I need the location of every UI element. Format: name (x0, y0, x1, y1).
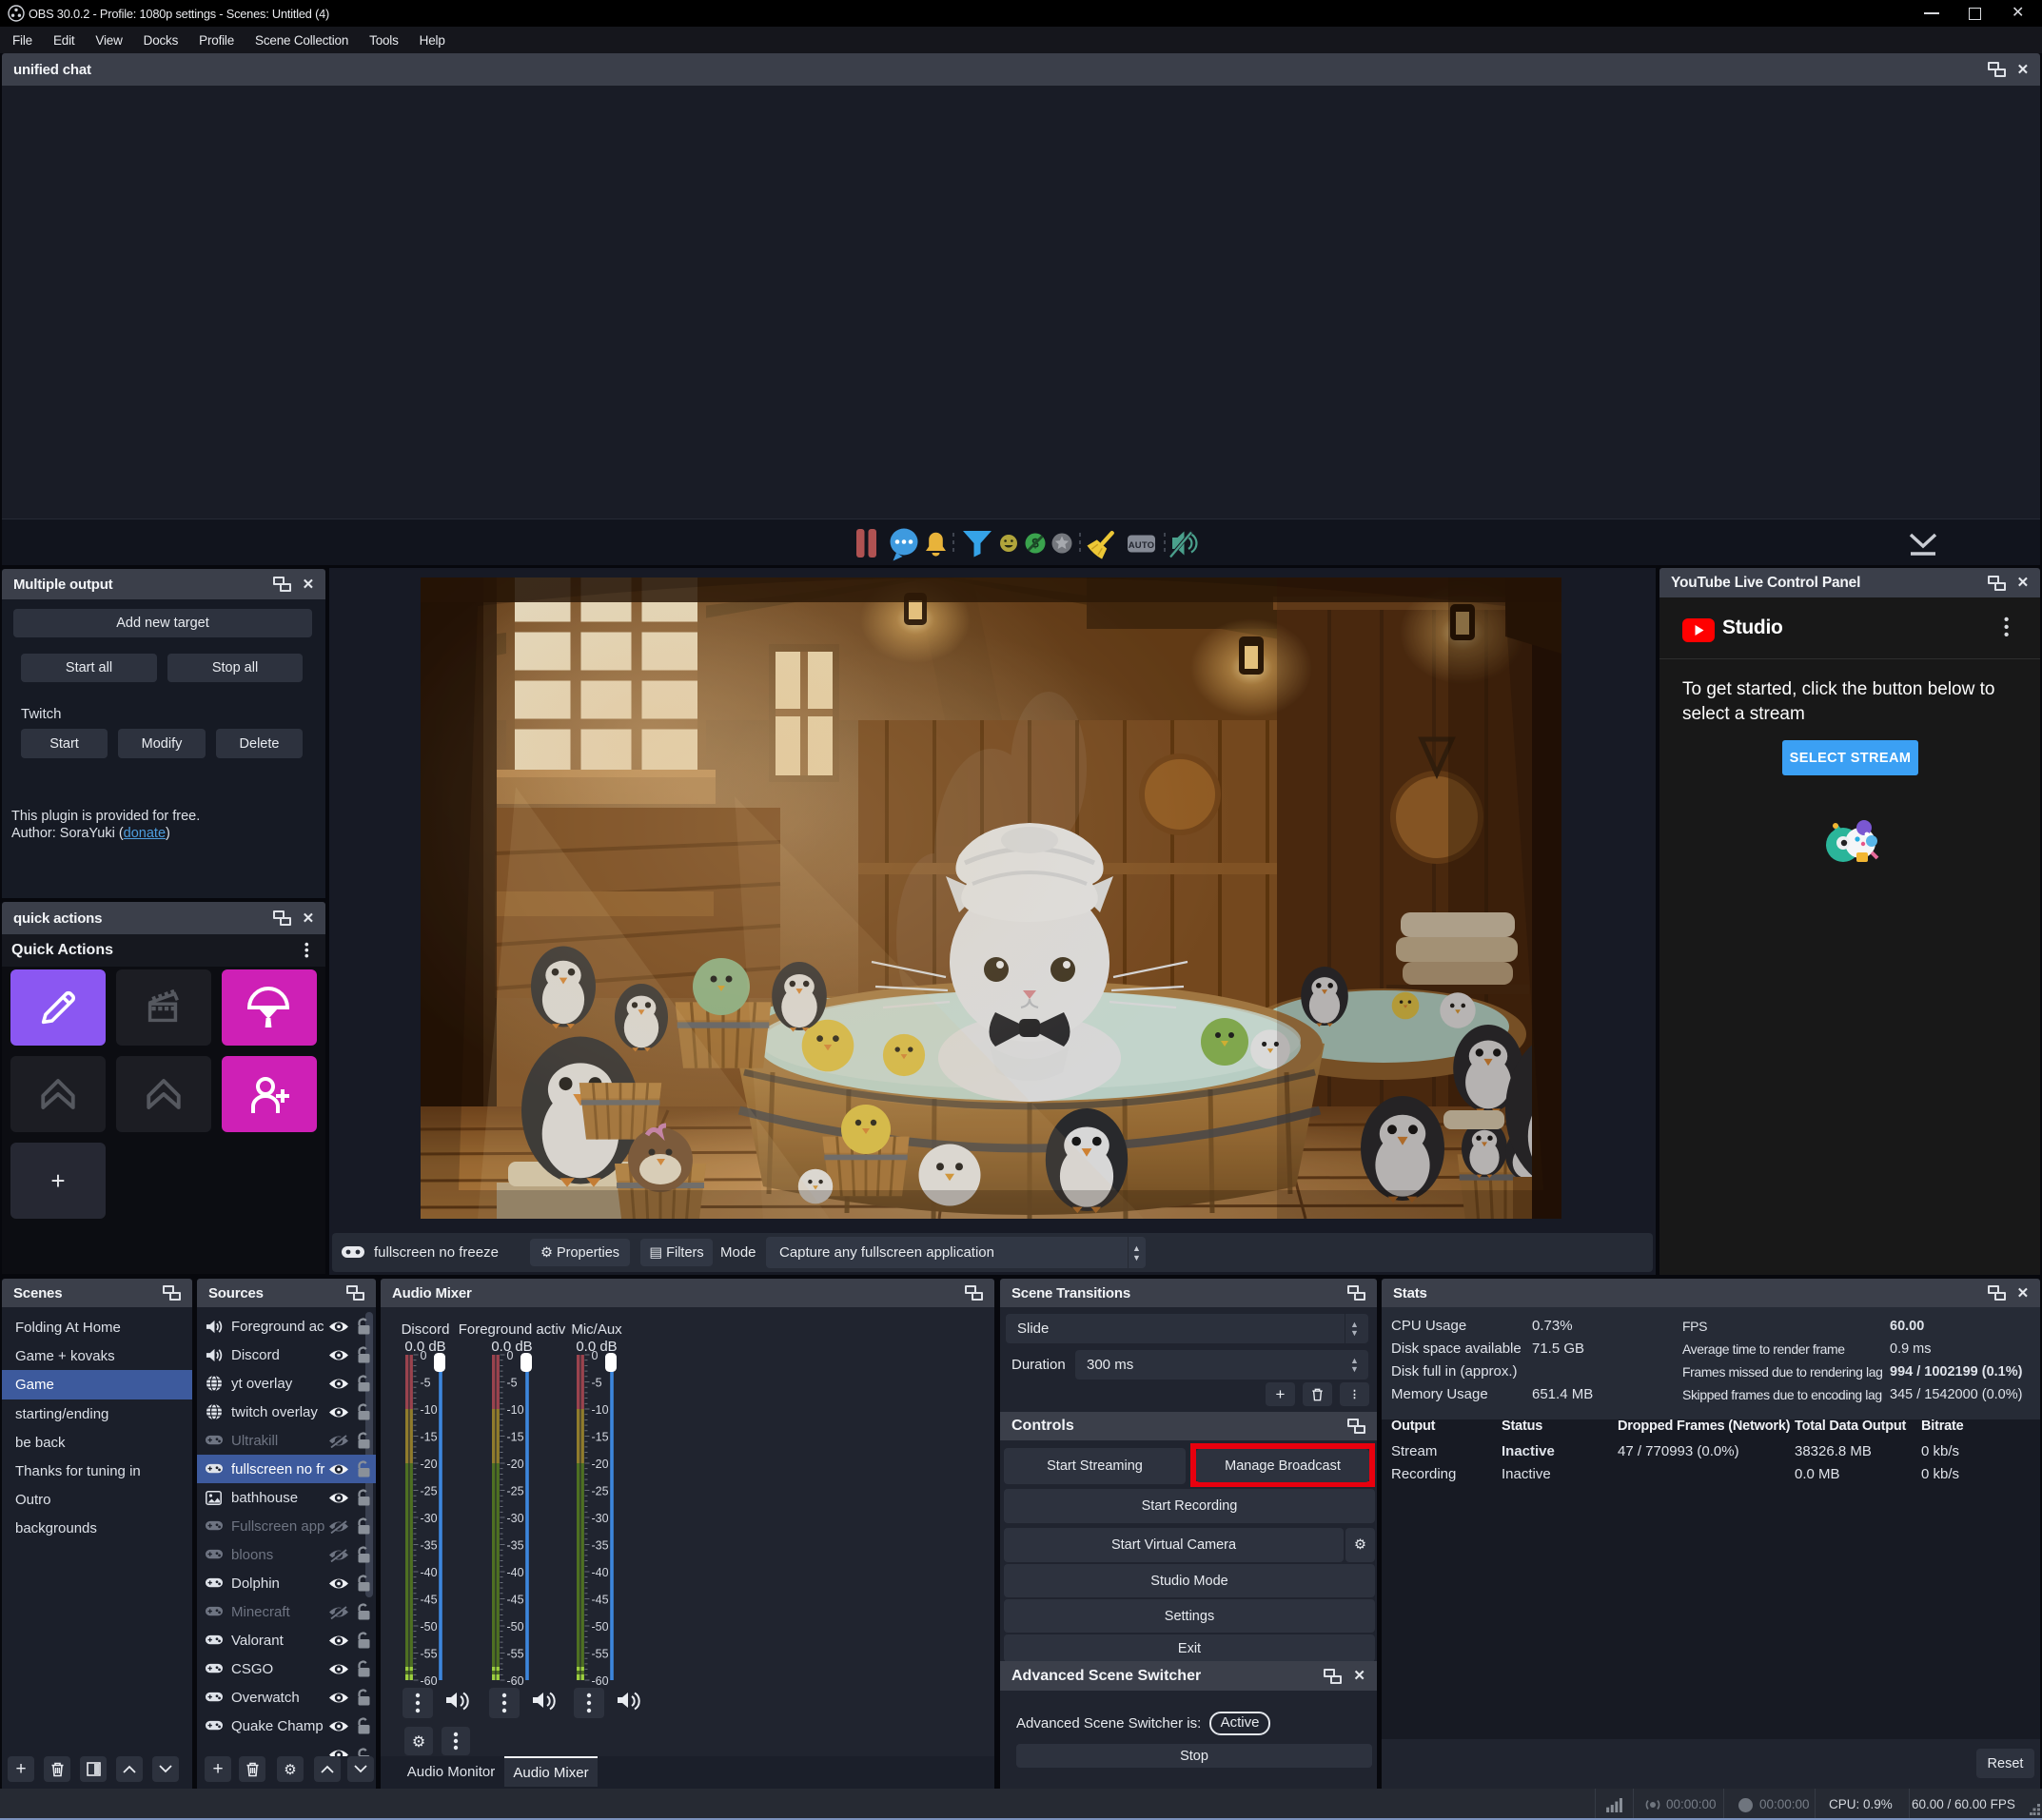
svg-text:-35: -35 (507, 1539, 524, 1553)
svg-text:-20: -20 (421, 1458, 438, 1471)
svg-text:-30: -30 (507, 1512, 524, 1525)
svg-text:-55: -55 (592, 1648, 609, 1661)
svg-text:-25: -25 (421, 1485, 438, 1498)
svg-text:-20: -20 (507, 1458, 524, 1471)
svg-text:AUTO: AUTO (1129, 540, 1155, 551)
svg-text:-35: -35 (592, 1539, 609, 1553)
svg-text:-20: -20 (592, 1458, 609, 1471)
svg-text:-45: -45 (592, 1594, 609, 1607)
svg-text:-5: -5 (592, 1377, 602, 1390)
svg-text:-30: -30 (592, 1512, 609, 1525)
svg-text:Mic/Aux: Mic/Aux (571, 1321, 622, 1338)
svg-text:-55: -55 (507, 1648, 524, 1661)
svg-text:-5: -5 (507, 1377, 518, 1390)
svg-text:-15: -15 (592, 1431, 609, 1444)
svg-text:-30: -30 (421, 1512, 438, 1525)
svg-text:-60: -60 (592, 1674, 609, 1688)
svg-text:0: 0 (592, 1349, 599, 1362)
svg-text:-25: -25 (592, 1485, 609, 1498)
svg-text:Foreground activ: Foreground activ (459, 1321, 566, 1338)
svg-text:-40: -40 (507, 1566, 524, 1579)
svg-text:-50: -50 (592, 1620, 609, 1634)
svg-text:0: 0 (507, 1349, 514, 1362)
svg-text:-55: -55 (421, 1648, 438, 1661)
svg-text:-25: -25 (507, 1485, 524, 1498)
svg-text:-15: -15 (421, 1431, 438, 1444)
svg-text:-40: -40 (421, 1566, 438, 1579)
svg-text:-45: -45 (507, 1594, 524, 1607)
svg-text:-10: -10 (592, 1403, 609, 1417)
svg-text:-50: -50 (507, 1620, 524, 1634)
svg-text:-50: -50 (421, 1620, 438, 1634)
svg-text:⚙: ⚙ (412, 1734, 425, 1751)
svg-text:-40: -40 (592, 1566, 609, 1579)
svg-text:-5: -5 (421, 1377, 431, 1390)
svg-text:0: 0 (421, 1349, 427, 1362)
svg-text:-45: -45 (421, 1594, 438, 1607)
svg-text:-10: -10 (421, 1403, 438, 1417)
svg-text:-60: -60 (507, 1674, 524, 1688)
svg-text:Discord: Discord (402, 1321, 450, 1338)
svg-text:-15: -15 (507, 1431, 524, 1444)
svg-text:-60: -60 (421, 1674, 438, 1688)
svg-text:-35: -35 (421, 1539, 438, 1553)
svg-text:-10: -10 (507, 1403, 524, 1417)
